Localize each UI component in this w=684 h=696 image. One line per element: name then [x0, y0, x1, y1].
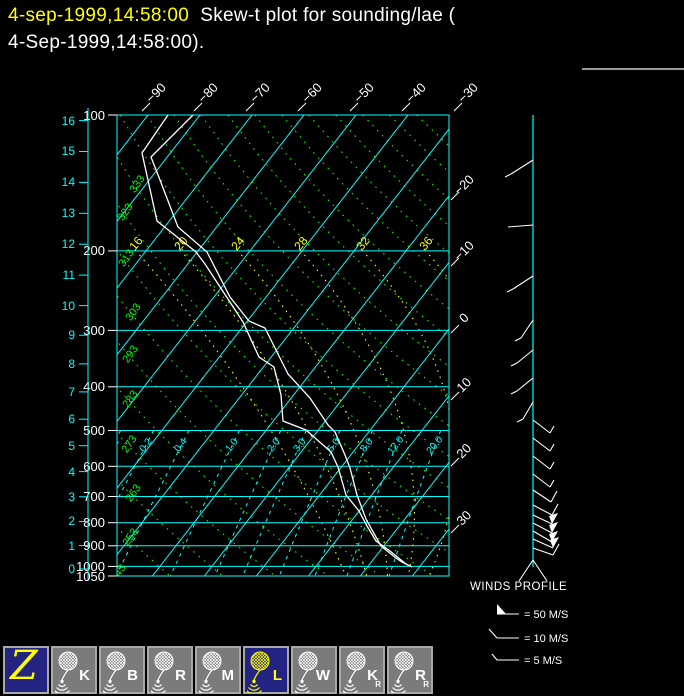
svg-text:20.0: 20.0 — [425, 434, 446, 456]
svg-text:36: 36 — [416, 234, 436, 253]
radiosonde-balloon-icon — [391, 651, 414, 693]
isotherm-label: −70 — [247, 80, 273, 106]
svg-text:32: 32 — [353, 234, 373, 253]
isotherm-label: −60 — [299, 80, 325, 106]
isotherm-label: −80 — [195, 80, 221, 106]
toolbar-button-label: B — [127, 667, 138, 684]
isotherm-label: −30 — [455, 80, 481, 106]
legend-label: = 50 M/S — [524, 609, 568, 621]
legend-label: = 10 M/S — [524, 633, 568, 645]
svg-text:0.1: 0.1 — [104, 436, 121, 454]
svg-text:263: 263 — [123, 482, 143, 504]
svg-text:28: 28 — [291, 234, 311, 253]
svg-text:8.0: 8.0 — [358, 436, 375, 454]
isotherm-label: 0 — [456, 310, 472, 326]
toolbar-button-label: K — [79, 667, 90, 684]
svg-text:2.0: 2.0 — [265, 436, 282, 454]
height-label: 2 — [68, 514, 75, 528]
pressure-label: 300 — [83, 323, 105, 338]
pressure-label: 500 — [83, 423, 105, 438]
toolbar-button-RR[interactable]: RR — [387, 646, 433, 694]
height-label: 4 — [68, 465, 75, 479]
radiosonde-balloon-icon — [55, 651, 78, 693]
height-label: 16 — [62, 114, 76, 128]
svg-text:1.0: 1.0 — [223, 436, 240, 454]
height-label: 1 — [68, 539, 75, 553]
toolbar-button-label: L — [272, 667, 282, 684]
height-label: 5 — [68, 439, 75, 453]
radiosonde-balloon-icon — [247, 651, 270, 693]
height-label: 11 — [63, 268, 76, 282]
toolbar-button-B[interactable]: B — [99, 646, 145, 694]
height-label: 6 — [68, 412, 75, 426]
svg-text:253: 253 — [120, 526, 140, 548]
isotherm-label: −40 — [403, 80, 429, 106]
height-label: 13 — [62, 206, 76, 220]
radiosonde-balloon-icon — [151, 651, 174, 693]
height-label: 9 — [68, 328, 75, 342]
svg-text:3.0: 3.0 — [291, 436, 308, 454]
plot-border — [116, 114, 450, 577]
pressure-label: 200 — [83, 243, 105, 258]
winds-profile-title: WINDS PROFILE — [470, 581, 567, 593]
toolbar-button-label: M — [221, 667, 235, 684]
toolbar-button-R[interactable]: R — [147, 646, 193, 694]
pressure-label: 800 — [83, 515, 105, 530]
svg-text:283: 283 — [120, 388, 140, 410]
toolbar-button-M[interactable]: M — [195, 646, 241, 694]
height-label: 14 — [62, 175, 76, 189]
isotherm-label: 20 — [453, 440, 474, 461]
toolbar-button-K[interactable]: K — [51, 646, 97, 694]
svg-text:333: 333 — [127, 173, 147, 195]
pressure-label: 1050 — [76, 569, 105, 584]
radiosonde-balloon-icon — [103, 651, 126, 693]
plot-grid: 24325326327328329330331332333316 20 24 28 32… — [104, 115, 449, 584]
toolbar-button-W[interactable]: W — [291, 646, 337, 694]
height-label: 3 — [68, 490, 75, 504]
height-label: 12 — [62, 237, 76, 251]
toolbar-button-logo[interactable]: Z — [3, 643, 49, 694]
isotherm-label: −10 — [451, 238, 477, 264]
height-label: 15 — [62, 144, 76, 158]
app-logo-z: Z — [10, 643, 38, 689]
toolbar-button-sublabel: R — [423, 680, 429, 689]
height-label: 7 — [68, 385, 75, 399]
toolbar-button-label: R — [175, 667, 186, 684]
toolbar: ZKBRMLWKRRR — [3, 643, 433, 694]
isotherm-label: −50 — [351, 80, 377, 106]
svg-text:0.4: 0.4 — [172, 436, 189, 454]
height-label: 10 — [62, 299, 76, 313]
svg-text:303: 303 — [123, 301, 143, 323]
height-label: 8 — [68, 357, 75, 371]
toolbar-button-label: W — [315, 667, 330, 684]
isotherm-label: −90 — [143, 80, 169, 106]
svg-text:243: 243 — [108, 562, 128, 584]
isotherm-label: 10 — [453, 374, 474, 395]
svg-text:20: 20 — [171, 234, 191, 253]
svg-text:273: 273 — [119, 433, 139, 455]
svg-text:0.2: 0.2 — [137, 436, 154, 454]
toolbar-button-KR[interactable]: KR — [339, 646, 385, 694]
temperature-trace — [150, 115, 413, 568]
svg-text:12.0: 12.0 — [386, 434, 407, 456]
svg-text:24: 24 — [228, 234, 248, 253]
toolbar-button-L[interactable]: L — [243, 646, 289, 694]
isotherm-label: 30 — [453, 507, 474, 528]
radiosonde-balloon-icon — [343, 651, 366, 693]
toolbar-button-sublabel: R — [375, 680, 381, 689]
legend-label: = 5 M/S — [524, 655, 562, 667]
app-window: { "window": { "title_line1_highlight": "… — [0, 0, 684, 696]
skewt-chart: 24325326327328329330331332333316 20 24 28 32… — [62, 80, 569, 667]
isotherm-label: −20 — [451, 172, 477, 198]
height-label: 0 — [68, 562, 75, 576]
